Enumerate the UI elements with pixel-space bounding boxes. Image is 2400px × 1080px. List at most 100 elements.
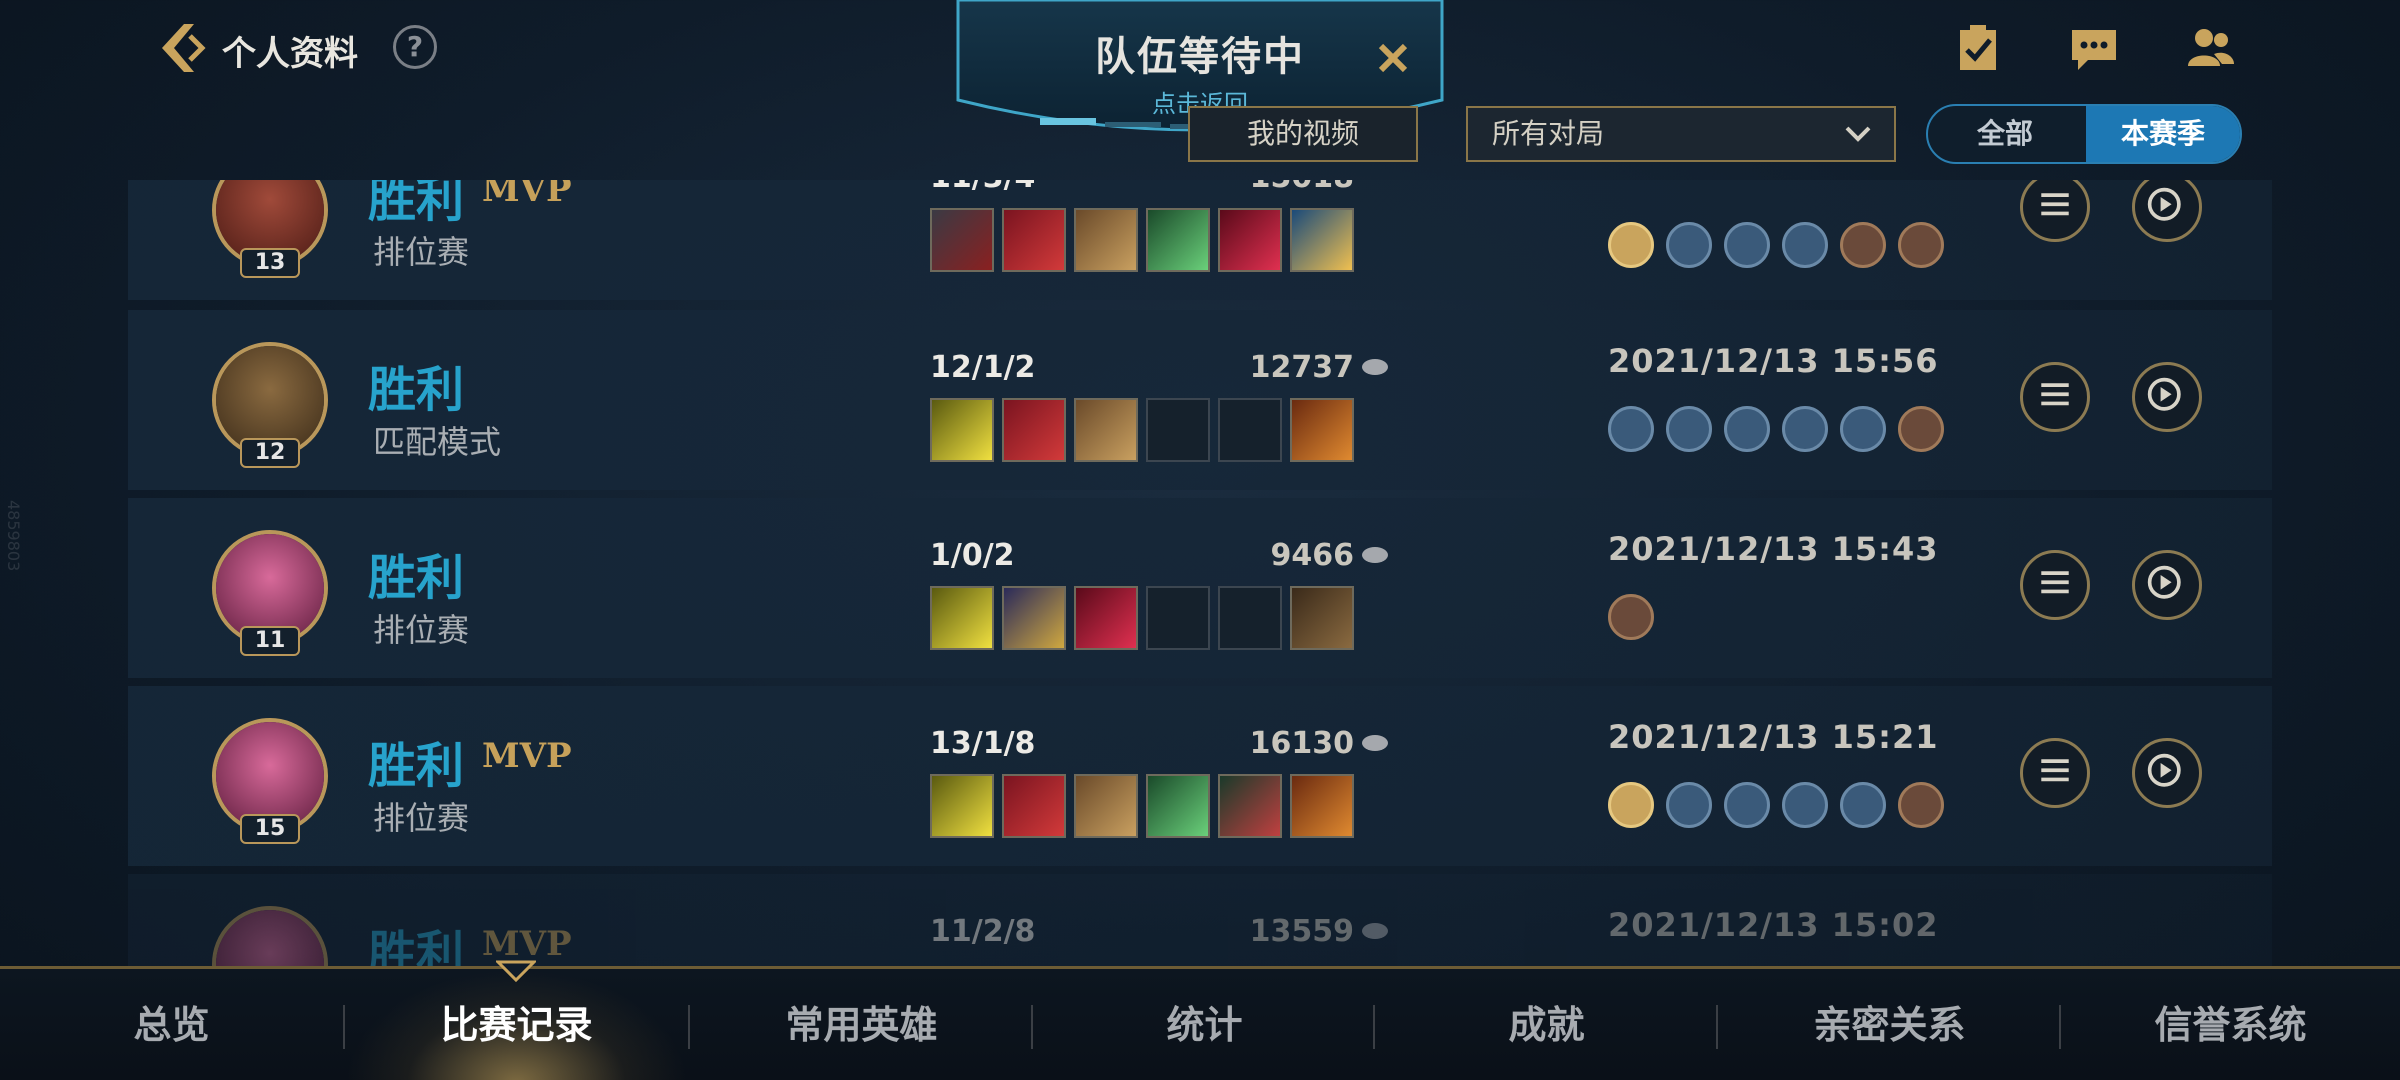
close-icon[interactable] [1373,38,1413,78]
mvp-label: MVP [482,736,572,776]
match-row[interactable]: 13 胜利 MVP 排位赛 11/3/4 15018 [128,180,2272,300]
dropdown-value: 所有对局 [1492,117,1605,150]
friends-icon[interactable] [2184,22,2236,74]
bottom-nav: 总览 比赛记录 常用英雄 统计 成就 亲密关系 信誉系统 [0,966,2400,1080]
kda: 11/2/8 [930,914,1036,949]
gold-amount: 16130 [1249,726,1354,761]
kda: 13/1/8 [930,726,1036,761]
match-row[interactable]: 12 胜利 匹配模式 12/1/2 12737 2021/12/13 15:56 [128,310,2272,490]
tab-favorite-heroes[interactable]: 常用英雄 [690,969,1033,1080]
item-slot [1146,208,1210,272]
replay-icon [2147,565,2181,599]
kda: 11/3/4 [930,180,1035,195]
item-slot [930,774,994,838]
badge-icon [1840,222,1886,268]
chat-icon[interactable] [2068,22,2120,74]
match-row[interactable]: 胜利 MVP 11/2/8 13559 2021/12/13 15:02 [128,874,2272,966]
item-slot [1290,586,1354,650]
hero-avatar [212,906,328,966]
item-slot [1290,208,1354,272]
item-slot [1074,586,1138,650]
detail-list-icon [2041,383,2069,406]
replay-icon [2147,187,2181,221]
item-slot [930,208,994,272]
help-icon[interactable]: ? [393,25,437,69]
item-slot [1290,398,1354,462]
detail-list-button[interactable] [2020,362,2090,432]
tab-honor-system[interactable]: 信誉系统 [2061,969,2400,1080]
item-slot [1074,398,1138,462]
hero-level: 15 [240,814,300,844]
match-result: 胜利 [368,362,465,418]
match-list[interactable]: 13 胜利 MVP 排位赛 11/3/4 15018 12 胜利 匹配模式 [128,180,2272,966]
badge-icon [1724,782,1770,828]
segment-all[interactable]: 全部 [1928,106,2082,162]
tab-achievements[interactable]: 成就 [1375,969,1718,1080]
detail-list-icon [2041,193,2069,216]
detail-list-button[interactable] [2020,738,2090,808]
hero-level: 13 [240,248,300,278]
match-date: 2021/12/13 15:56 [1608,342,1939,380]
detail-list-icon [2041,571,2069,594]
empty-item-slot [1218,398,1282,462]
detail-list-button[interactable] [2020,180,2090,242]
match-mode: 排位赛 [373,799,470,837]
mvp-label: MVP [482,180,572,210]
item-slot [1290,774,1354,838]
tab-overview[interactable]: 总览 [0,969,343,1080]
empty-item-slot [1146,586,1210,650]
badge-icon [1608,222,1654,268]
item-slot [1002,398,1066,462]
page-title: 个人资料 [222,34,358,74]
tab-statistics[interactable]: 统计 [1033,969,1376,1080]
badge-icon [1666,406,1712,452]
kda: 12/1/2 [930,350,1036,385]
match-mode: 匹配模式 [373,423,502,461]
replay-button[interactable] [2132,362,2202,432]
detail-list-icon [2041,759,2069,782]
mvp-label: MVP [482,924,572,964]
match-date: 2021/12/13 15:02 [1608,906,1939,944]
badge-icon [1608,406,1654,452]
dropdown-chevron-icon [1845,126,1871,142]
checklist-icon[interactable] [1952,22,2004,74]
item-slot [1218,774,1282,838]
gold-amount: 12737 [1249,350,1354,385]
replay-icon [2147,377,2181,411]
match-result: 胜利 [368,550,465,606]
replay-button[interactable] [2132,180,2202,242]
segment-this-season[interactable]: 本赛季 [2086,106,2240,162]
gold-amount: 9466 [1270,538,1355,573]
badge-icon [1840,406,1886,452]
tab-relationships[interactable]: 亲密关系 [1718,969,2061,1080]
match-result: 胜利 [368,926,465,966]
hero-level: 12 [240,438,300,468]
match-type-dropdown[interactable]: 所有对局 [1466,106,1896,162]
back-chevron-icon[interactable] [150,18,210,78]
gold-amount: 13559 [1249,914,1354,949]
replay-button[interactable] [2132,550,2202,620]
item-slot [930,586,994,650]
match-row[interactable]: 15 胜利 MVP 排位赛 13/1/8 16130 2021/12/13 15… [128,686,2272,866]
match-date: 2021/12/13 15:43 [1608,530,1939,568]
tab-match-history[interactable]: 比赛记录 [345,969,688,1080]
coin-icon [1362,923,1388,939]
replay-button[interactable] [2132,738,2202,808]
badge-icon [1782,782,1828,828]
match-row[interactable]: 11 胜利 排位赛 1/0/2 9466 2021/12/13 15:43 [128,498,2272,678]
season-toggle: 全部 本赛季 [1926,104,2242,164]
badge-icon [1840,782,1886,828]
hero-level: 11 [240,626,300,656]
item-slot [1074,774,1138,838]
detail-list-button[interactable] [2020,550,2090,620]
item-slot [1002,774,1066,838]
my-videos-button[interactable]: 我的视频 [1188,106,1418,162]
item-slot [930,398,994,462]
queue-title: 队伍等待中 [1095,34,1305,80]
badge-icon [1724,406,1770,452]
badge-icon [1782,222,1828,268]
match-mode: 排位赛 [373,611,470,649]
watermark: 4859803 [4,500,23,572]
match-mode: 排位赛 [373,233,470,271]
item-slot [1074,208,1138,272]
